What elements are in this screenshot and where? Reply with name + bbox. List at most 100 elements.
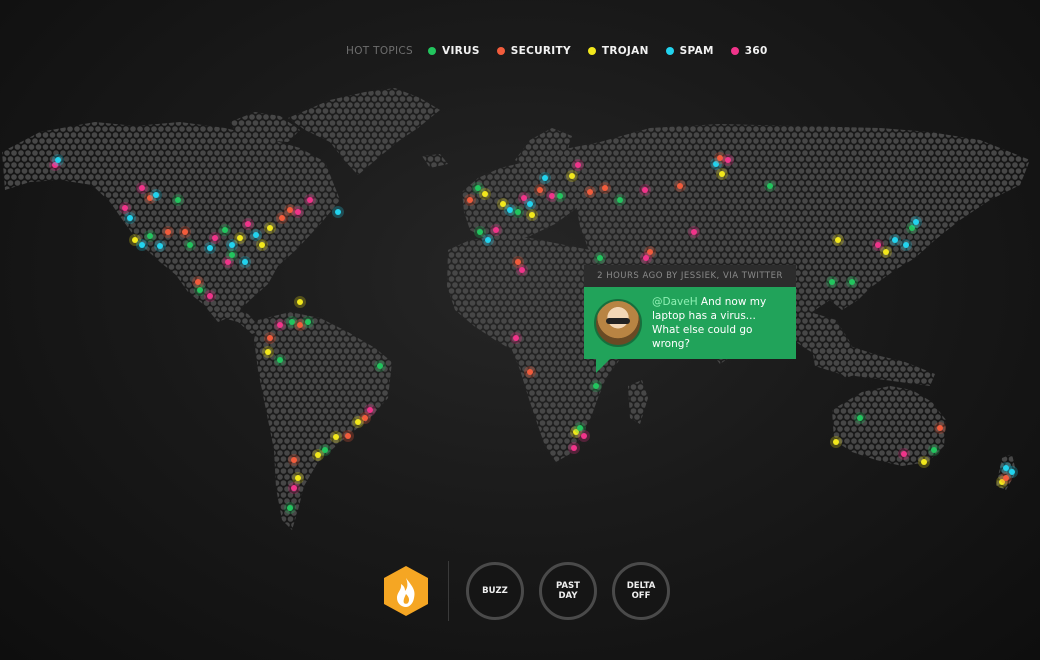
map-marker-360[interactable] [571,445,577,451]
map-marker-virus[interactable] [577,425,583,431]
map-marker-virus[interactable] [377,363,383,369]
map-marker-virus[interactable] [557,193,563,199]
map-marker-security[interactable] [182,229,188,235]
map-marker-spam[interactable] [892,237,898,243]
map-marker-spam[interactable] [127,215,133,221]
map-marker-security[interactable] [537,187,543,193]
map-marker-360[interactable] [875,242,881,248]
map-marker-360[interactable] [245,221,251,227]
tweet-bubble[interactable]: @DaveH And now my laptop has a virus... … [584,287,796,373]
map-marker-spam[interactable] [55,157,61,163]
map-marker-360[interactable] [691,229,697,235]
map-marker-spam[interactable] [485,237,491,243]
map-marker-360[interactable] [277,322,283,328]
map-marker-trojan[interactable] [315,452,321,458]
map-marker-trojan[interactable] [921,459,927,465]
map-marker-trojan[interactable] [237,235,243,241]
past-day-button[interactable]: PAST DAY [539,562,597,620]
map-marker-virus[interactable] [829,279,835,285]
map-marker-trojan[interactable] [883,249,889,255]
map-marker-security[interactable] [279,215,285,221]
map-marker-360[interactable] [212,235,218,241]
map-marker-trojan[interactable] [267,225,273,231]
map-marker-trojan[interactable] [355,419,361,425]
map-marker-spam[interactable] [229,242,235,248]
map-marker-360[interactable] [575,162,581,168]
map-marker-security[interactable] [267,335,273,341]
map-marker-trojan[interactable] [259,242,265,248]
map-marker-trojan[interactable] [482,191,488,197]
map-marker-360[interactable] [643,255,649,261]
map-marker-trojan[interactable] [529,212,535,218]
map-marker-360[interactable] [295,209,301,215]
map-marker-security[interactable] [195,279,201,285]
map-marker-spam[interactable] [542,175,548,181]
map-marker-360[interactable] [725,157,731,163]
tweet-handle[interactable]: @DaveH [652,296,698,308]
map-marker-360[interactable] [307,197,313,203]
map-marker-virus[interactable] [147,233,153,239]
map-marker-virus[interactable] [593,383,599,389]
map-marker-spam[interactable] [153,192,159,198]
map-marker-security[interactable] [291,457,297,463]
topic-spam[interactable]: SPAM [665,45,714,57]
map-marker-security[interactable] [937,425,943,431]
map-marker-trojan[interactable] [265,349,271,355]
map-marker-virus[interactable] [175,197,181,203]
map-marker-security[interactable] [515,259,521,265]
topic-security[interactable]: SECURITY [496,45,571,57]
map-marker-virus[interactable] [597,255,603,261]
map-marker-360[interactable] [513,335,519,341]
map-marker-security[interactable] [467,197,473,203]
map-marker-360[interactable] [367,407,373,413]
map-marker-virus[interactable] [229,252,235,258]
map-marker-360[interactable] [642,187,648,193]
fire-icon[interactable] [382,564,430,618]
map-marker-virus[interactable] [475,185,481,191]
map-marker-360[interactable] [581,433,587,439]
map-marker-virus[interactable] [222,227,228,233]
map-marker-360[interactable] [207,293,213,299]
map-marker-security[interactable] [587,189,593,195]
map-marker-virus[interactable] [515,209,521,215]
map-marker-360[interactable] [493,227,499,233]
map-marker-spam[interactable] [157,243,163,249]
map-marker-360[interactable] [122,205,128,211]
map-marker-trojan[interactable] [500,201,506,207]
map-marker-trojan[interactable] [569,173,575,179]
map-marker-trojan[interactable] [833,439,839,445]
buzz-button[interactable]: BUZZ [466,562,524,620]
map-marker-virus[interactable] [187,242,193,248]
map-marker-spam[interactable] [335,209,341,215]
map-marker-trojan[interactable] [295,475,301,481]
map-marker-virus[interactable] [857,415,863,421]
map-marker-security[interactable] [527,369,533,375]
map-marker-virus[interactable] [287,505,293,511]
map-marker-trojan[interactable] [333,434,339,440]
map-marker-spam[interactable] [903,242,909,248]
map-marker-spam[interactable] [242,259,248,265]
map-marker-virus[interactable] [849,279,855,285]
map-marker-spam[interactable] [913,219,919,225]
map-marker-virus[interactable] [477,229,483,235]
map-marker-virus[interactable] [617,197,623,203]
map-marker-security[interactable] [677,183,683,189]
map-marker-security[interactable] [1003,475,1009,481]
topic-360[interactable]: 360 [730,45,768,57]
map-marker-virus[interactable] [277,357,283,363]
map-marker-spam[interactable] [207,245,213,251]
delta-off-button[interactable]: DELTA OFF [612,562,670,620]
map-marker-360[interactable] [139,185,145,191]
map-marker-spam[interactable] [527,201,533,207]
map-marker-spam[interactable] [139,242,145,248]
map-marker-security[interactable] [602,185,608,191]
map-marker-trojan[interactable] [719,171,725,177]
map-marker-spam[interactable] [253,232,259,238]
map-marker-security[interactable] [345,433,351,439]
map-marker-security[interactable] [165,229,171,235]
map-marker-360[interactable] [291,485,297,491]
map-marker-virus[interactable] [305,319,311,325]
map-marker-virus[interactable] [767,183,773,189]
map-marker-virus[interactable] [931,447,937,453]
map-marker-trojan[interactable] [297,299,303,305]
